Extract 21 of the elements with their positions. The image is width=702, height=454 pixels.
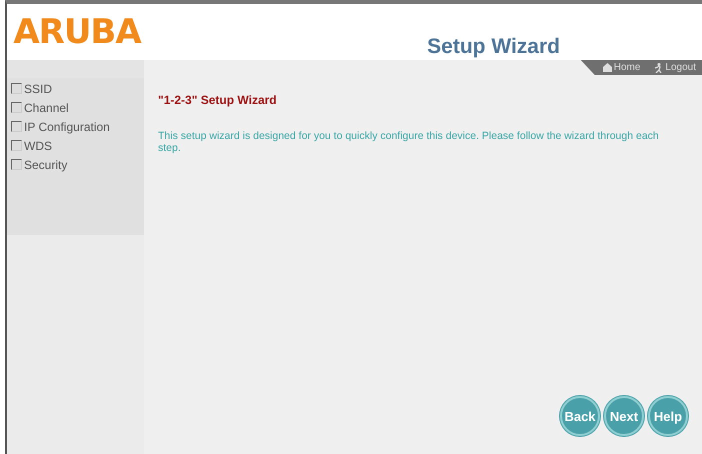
nav-link[interactable]: Logout xyxy=(654,62,696,73)
walking-person-icon xyxy=(654,62,664,72)
checkbox[interactable] xyxy=(11,159,22,170)
checkbox[interactable] xyxy=(11,140,22,151)
sidebar-item[interactable]: Security xyxy=(24,158,68,172)
sidebar-item[interactable]: WDS xyxy=(24,138,52,152)
logo: ARUBA xyxy=(12,11,142,54)
round-button[interactable]: Back xyxy=(560,396,600,436)
checkbox[interactable] xyxy=(11,83,22,94)
checkbox[interactable] xyxy=(11,102,22,113)
house-icon xyxy=(602,63,612,72)
sidebar-item[interactable]: SSID xyxy=(24,82,52,96)
checkbox[interactable] xyxy=(11,121,22,132)
round-button[interactable]: Next xyxy=(604,396,644,436)
nav-link[interactable]: Home xyxy=(602,62,640,73)
description-text: This setup wizard is designed for you to quickly configure this device. Please follow the wizard through each step. xyxy=(158,130,660,154)
sidebar-item[interactable]: IP Configuration xyxy=(24,120,110,134)
section-heading: "1-2-3" Setup Wizard xyxy=(158,93,278,107)
sidebar-item[interactable]: Channel xyxy=(24,100,69,114)
page-title: Setup Wizard xyxy=(426,34,561,60)
round-button[interactable]: Help xyxy=(648,396,688,436)
